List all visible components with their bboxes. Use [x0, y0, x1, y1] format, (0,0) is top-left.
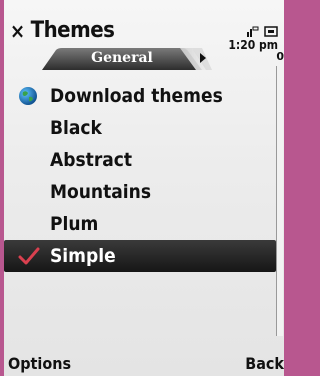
list-item-label: Plum [50, 213, 99, 235]
tab-general[interactable]: General [42, 48, 212, 70]
close-icon[interactable]: × [10, 19, 25, 43]
header: × Themes General 1:20 pm 0 [4, 10, 284, 70]
list-item-label: Black [50, 117, 102, 139]
list-item-abstract[interactable]: Abstract [4, 144, 276, 176]
scrollbar[interactable] [276, 66, 283, 336]
list-item-label: Abstract [50, 149, 133, 171]
list-item-black[interactable]: Black [4, 112, 276, 144]
tab-label: General [91, 50, 153, 66]
tab-next-arrow-icon[interactable] [200, 53, 206, 63]
status-area: 1:20 pm [228, 26, 278, 52]
options-softkey[interactable]: Options [8, 354, 71, 373]
message-icon [264, 26, 278, 37]
list-item-label: Simple [50, 245, 116, 267]
page-title-text: Themes [30, 18, 115, 43]
clock: 1:20 pm [228, 38, 278, 52]
back-softkey[interactable]: Back [245, 354, 284, 373]
list-item-download-themes[interactable]: Download themes [4, 80, 276, 112]
list-item-plum[interactable]: Plum [4, 208, 276, 240]
list-item-simple[interactable]: Simple [4, 240, 276, 272]
phone-screen: × Themes General 1:20 pm 0 Download them… [4, 0, 284, 376]
battery-indicator: 0 [276, 50, 284, 63]
themes-list: Download themes Black Abstract Mountains… [4, 80, 276, 272]
list-item-label: Download themes [50, 85, 223, 107]
checkmark-icon [18, 247, 40, 265]
globe-icon [19, 87, 37, 105]
list-item-mountains[interactable]: Mountains [4, 176, 276, 208]
list-item-label: Mountains [50, 181, 152, 203]
signal-icon [247, 26, 259, 37]
page-title: × Themes [10, 18, 115, 43]
softkey-bar: Options Back [4, 348, 284, 376]
